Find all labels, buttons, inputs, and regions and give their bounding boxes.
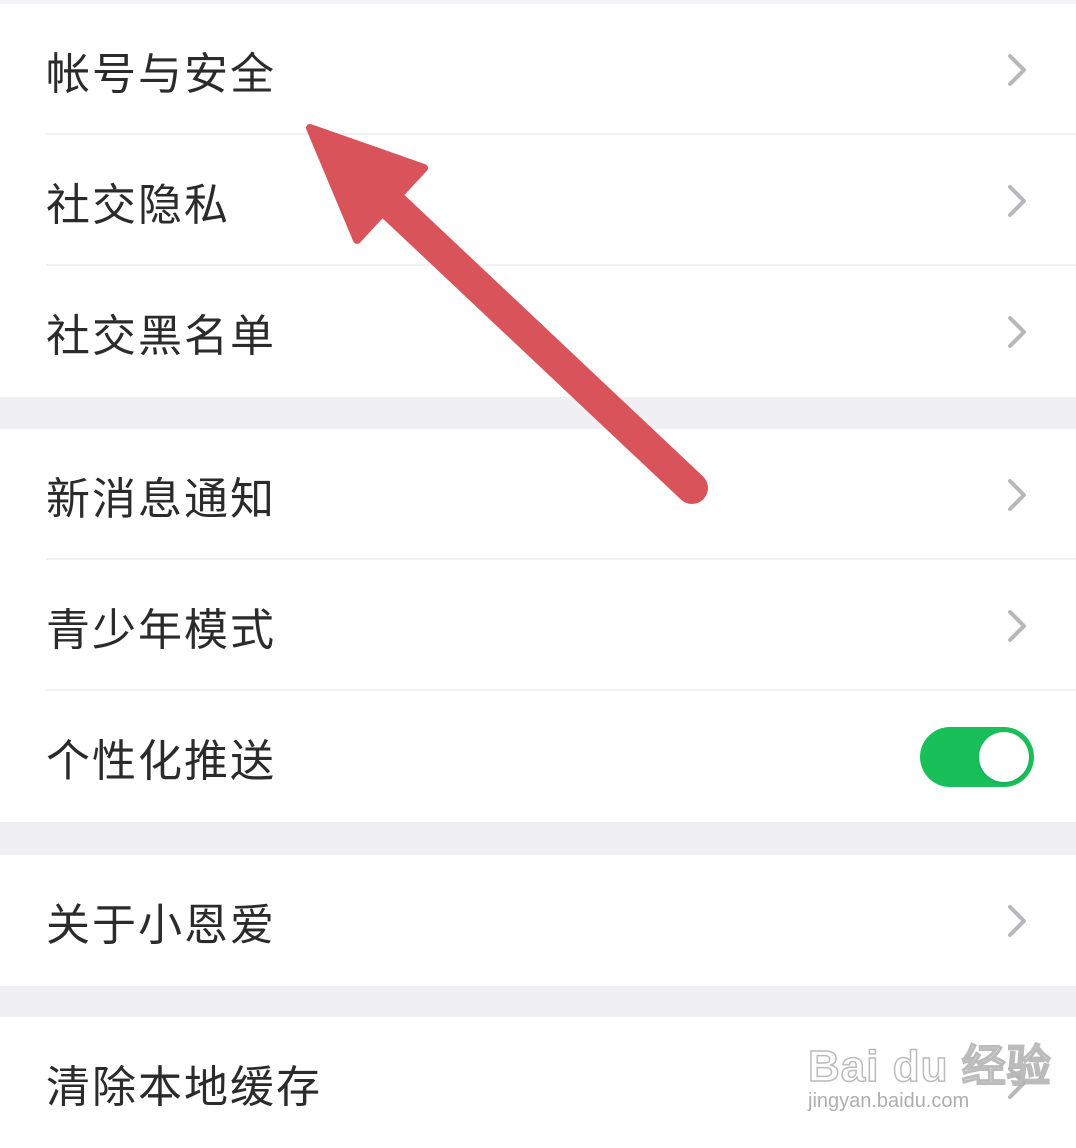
row-about-app[interactable]: 关于小恩爱 [0, 855, 1076, 986]
row-label: 青少年模式 [46, 604, 276, 656]
row-label: 帐号与安全 [46, 48, 276, 100]
settings-group-notifications: 新消息通知 青少年模式 个性化推送 [0, 429, 1076, 822]
row-youth-mode[interactable]: 青少年模式 [0, 560, 1076, 691]
row-personalized-push: 个性化推送 [0, 691, 1076, 822]
personalized-push-toggle[interactable] [920, 726, 1034, 787]
settings-group-about: 关于小恩爱 [0, 855, 1076, 986]
watermark-logo: Bai du 经验 [807, 1041, 1052, 1092]
chevron-right-icon [1008, 609, 1026, 642]
row-label: 个性化推送 [46, 735, 276, 787]
row-label: 清除本地缓存 [46, 1061, 322, 1113]
watermark-url: jingyan.baidu.com [808, 1090, 970, 1112]
toggle-knob [979, 731, 1029, 782]
chevron-right-icon [1008, 904, 1026, 937]
row-social-blacklist[interactable]: 社交黑名单 [0, 266, 1076, 397]
row-social-privacy[interactable]: 社交隐私 [0, 135, 1076, 266]
row-new-message-notification[interactable]: 新消息通知 [0, 429, 1076, 560]
row-label: 社交黑名单 [46, 310, 276, 362]
chevron-right-icon [1008, 184, 1026, 217]
baidu-jingyan-watermark: Bai du 经验 jingyan.baidu.com [807, 1030, 1051, 1120]
chevron-right-icon [1008, 478, 1026, 511]
settings-group-account: 帐号与安全 社交隐私 社交黑名单 [0, 4, 1076, 397]
row-label: 社交隐私 [46, 179, 230, 231]
row-label: 新消息通知 [46, 473, 276, 525]
row-account-security[interactable]: 帐号与安全 [0, 4, 1076, 135]
chevron-right-icon [1008, 315, 1026, 348]
row-label: 关于小恩爱 [46, 899, 276, 951]
chevron-right-icon [1008, 53, 1026, 86]
